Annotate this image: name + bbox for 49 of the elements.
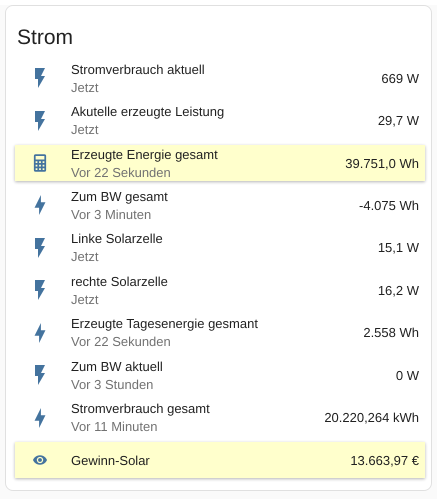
lightning-icon bbox=[33, 110, 47, 131]
entity-name: Erzeugte Energie gesamt bbox=[71, 146, 219, 162]
entity-row[interactable]: Erzeugte Tagesenergie gesmant Vor 22 Sekunden 2.558 Wh bbox=[14, 312, 425, 354]
last-changed-time: Vor 3 Minuten bbox=[71, 206, 152, 222]
last-changed-time: Vor 11 Minuten bbox=[71, 419, 158, 434]
lightning-icon bbox=[33, 365, 47, 386]
last-changed-time: Jetzt bbox=[71, 122, 100, 138]
entity-name: Akutelle erzeugte Leistung bbox=[71, 104, 226, 120]
lightning-icon bbox=[33, 408, 47, 428]
entity-row[interactable]: Stromverbrauch gesamt Vor 11 Minuten 20.220,264 kWh bbox=[14, 396, 425, 439]
entity-name: rechte Solarzelle bbox=[71, 274, 169, 289]
last-changed-time: Vor 22 Sekunden bbox=[71, 164, 172, 180]
entity-name: Linke Solarzelle bbox=[71, 231, 164, 246]
card-title: Strom bbox=[16, 25, 74, 51]
last-changed-time: Jetzt bbox=[71, 249, 100, 264]
entity-name: Zum BW gesamt bbox=[71, 188, 169, 204]
entity-row[interactable]: Akutelle erzeugte Leistung Jetzt 29,7 W bbox=[14, 100, 425, 142]
entity-row[interactable]: Zum BW aktuell Vor 3 Stunden 0 W bbox=[14, 354, 425, 396]
entity-name: Erzeugte Tagesenergie gesmant bbox=[71, 316, 259, 332]
entity-name: Zum BW aktuell bbox=[71, 358, 164, 374]
lightning-icon bbox=[33, 195, 47, 216]
entity-value: 13.663,97 € bbox=[350, 452, 419, 468]
entity-row[interactable]: Erzeugte Energie gesamt Vor 22 Sekunden 39.751,0 Wh bbox=[15, 145, 425, 181]
lightning-icon bbox=[33, 322, 47, 343]
last-changed-time: Vor 22 Sekunden bbox=[71, 334, 172, 350]
entity-value: 29,7 W bbox=[378, 113, 419, 128]
entity-value: 15,1 W bbox=[378, 240, 419, 256]
entity-row[interactable]: Linke Solarzelle Jetzt 15,1 W bbox=[14, 226, 425, 269]
last-changed-time: Vor 3 Stunden bbox=[71, 376, 154, 392]
entity-name: Gewinn-Solar bbox=[71, 452, 151, 468]
entity-name: Stromverbrauch aktuell bbox=[71, 62, 206, 77]
entity-value: 20.220,264 kWh bbox=[324, 410, 419, 426]
last-changed-time: Jetzt bbox=[71, 80, 100, 95]
entity-row[interactable]: Gewinn-Solar 13.663,97 € bbox=[15, 442, 425, 478]
entity-value: 39.751,0 Wh bbox=[345, 156, 419, 170]
entity-row[interactable]: rechte Solarzelle Jetzt 16,2 W bbox=[14, 269, 425, 312]
entity-value: 2.558 Wh bbox=[363, 325, 419, 340]
entity-value: 0 W bbox=[396, 368, 419, 383]
entity-value: 16,2 W bbox=[378, 282, 419, 298]
entity-row[interactable]: Stromverbrauch aktuell Jetzt 669 W bbox=[14, 57, 425, 100]
entity-value: 669 W bbox=[381, 70, 419, 86]
last-changed-time: Jetzt bbox=[71, 292, 100, 307]
entity-value: -4.075 Wh bbox=[359, 198, 419, 213]
lightning-icon bbox=[33, 280, 47, 300]
entity-name: Stromverbrauch gesamt bbox=[71, 401, 211, 416]
lightning-icon bbox=[33, 238, 47, 258]
lightning-icon bbox=[33, 68, 47, 88]
entity-row[interactable]: Zum BW gesamt Vor 3 Minuten -4.075 Wh bbox=[14, 184, 425, 226]
calculator-icon bbox=[33, 153, 47, 173]
